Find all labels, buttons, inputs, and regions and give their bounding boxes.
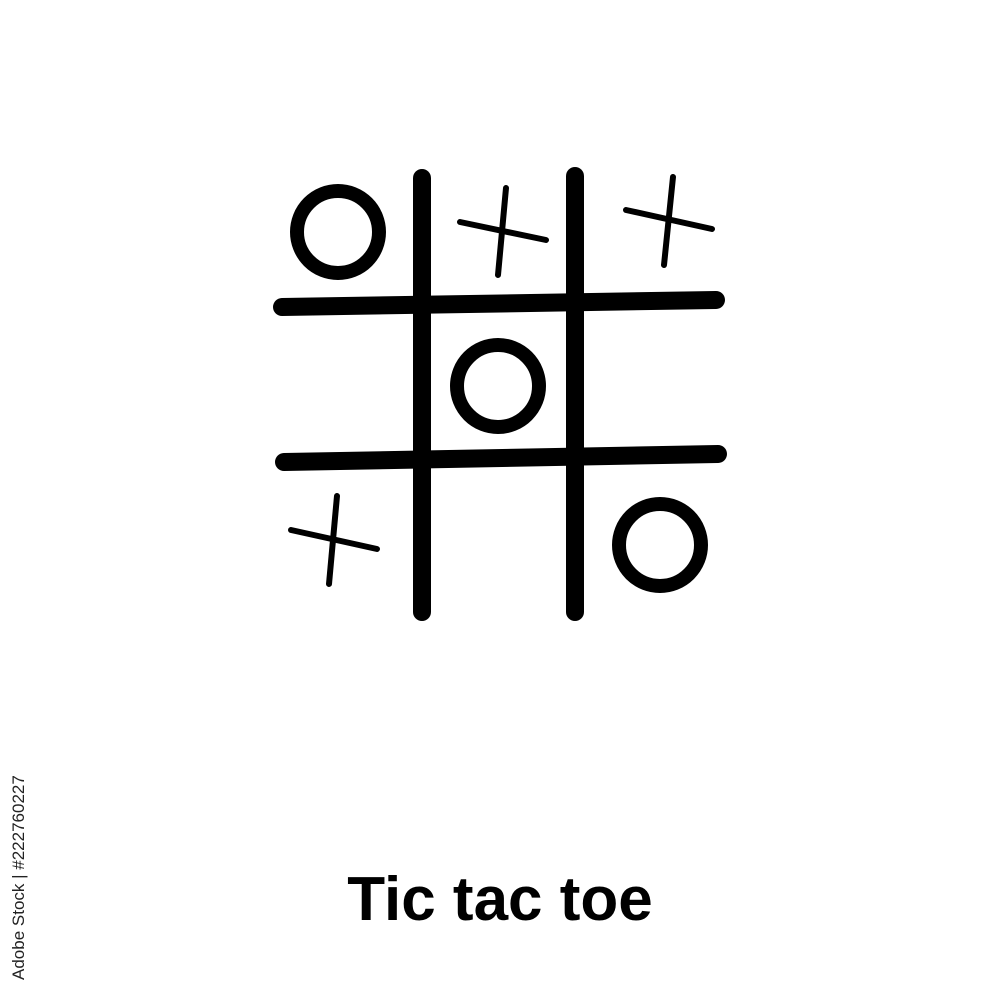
o-mark-icon	[290, 184, 386, 280]
o-mark-icon	[450, 338, 546, 434]
stock-image: Tic tac toe Adobe Stock | #222760227	[0, 0, 1000, 1000]
x-marks	[288, 174, 715, 587]
x-mark-icon	[623, 174, 715, 268]
grid-line-horizontal-top	[273, 291, 725, 316]
tic-tac-toe-icon	[273, 167, 727, 621]
x-mark-icon	[457, 185, 549, 278]
o-mark-icon	[612, 497, 708, 593]
stock-id-label: Adobe Stock | #222760227	[9, 775, 28, 980]
grid-line-horizontal-bottom	[275, 445, 727, 471]
icon-caption: Tic tac toe	[347, 865, 653, 934]
x-mark-icon	[288, 493, 380, 587]
